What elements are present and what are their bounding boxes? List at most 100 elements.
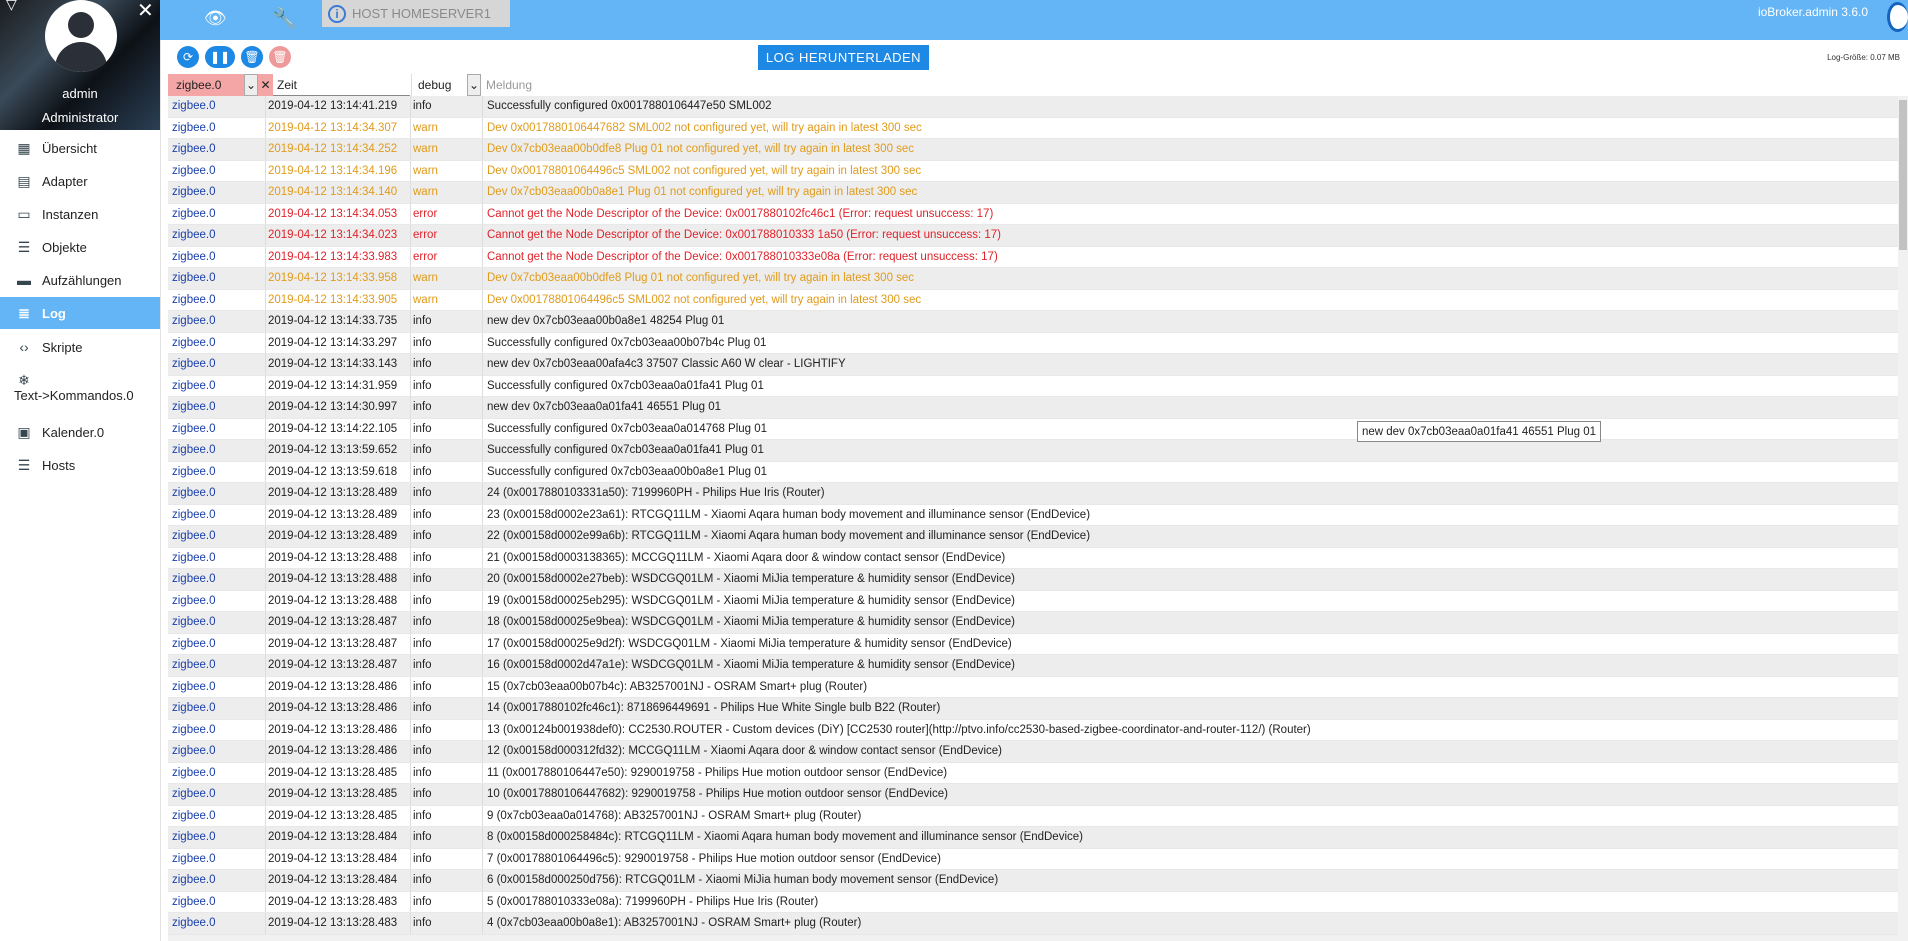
severity-dropdown[interactable]: ⌄ (467, 74, 481, 96)
log-source: zigbee.0 (172, 100, 216, 113)
log-row[interactable]: zigbee.0 2019-04-12 13:14:22.105 info Succe… (168, 418, 1900, 440)
log-row[interactable]: zigbee.0 2019-04-12 13:13:28.485 info 9 (0x… (168, 805, 1900, 827)
log-row[interactable]: zigbee.0 2019-04-12 13:14:34.053 error Cann… (168, 203, 1900, 225)
log-row[interactable]: zigbee.0 2019-04-12 13:13:28.489 info 23 (0… (168, 504, 1900, 526)
log-row[interactable]: zigbee.0 2019-04-12 13:14:34.307 warn Dev 0… (168, 117, 1900, 139)
sidebar-item-aufz-hlungen[interactable]: ▬ Aufzählungen (0, 264, 160, 296)
log-row[interactable]: zigbee.0 2019-04-12 13:13:28.488 info 20 (0… (168, 569, 1900, 591)
log-row[interactable]: zigbee.0 2019-04-12 13:13:28.483 info 4 (0x… (168, 913, 1900, 935)
wrench-icon[interactable]: 🔧 (272, 6, 297, 31)
log-row[interactable]: zigbee.0 2019-04-12 13:13:28.486 info 15 (0… (168, 676, 1900, 698)
sidebar-item-objekte[interactable]: ☰ Objekte (0, 231, 160, 263)
instances-icon: ▭ (17, 205, 31, 222)
clear-button[interactable]: 🗑 (241, 46, 263, 68)
sidebar-item-log[interactable]: ≣ Log (0, 297, 160, 329)
log-source: zigbee.0 (172, 680, 216, 693)
message-filter-input[interactable]: Meldung (482, 74, 1900, 96)
log-row[interactable]: zigbee.0 2019-04-12 13:13:28.487 info 17 (0… (168, 633, 1900, 655)
log-time: 2019-04-12 13:13:28.483 (265, 891, 410, 912)
log-row[interactable]: zigbee.0 2019-04-12 13:13:28.489 info 22 (0… (168, 526, 1900, 548)
sidebar-item-text-kommandos-0[interactable]: ❄ Text->Kommandos.0 (0, 368, 160, 416)
log-row[interactable]: zigbee.0 2019-04-12 13:14:34.140 warn Dev 0… (168, 182, 1900, 204)
log-row[interactable]: zigbee.0 2019-04-12 13:13:59.618 info Succe… (168, 461, 1900, 483)
log-row[interactable]: zigbee.0 2019-04-12 13:14:33.297 info Succe… (168, 332, 1900, 354)
log-message: 7 (0x00178801064496c5): 9290019758 - Phi… (482, 848, 1900, 869)
trash-icon: 🗑 (244, 50, 260, 64)
log-row[interactable]: zigbee.0 2019-04-12 13:13:28.486 info 12 (0… (168, 741, 1900, 763)
log-time: 2019-04-12 13:13:28.485 (265, 762, 410, 783)
log-row[interactable]: zigbee.0 2019-04-12 13:13:28.486 info 14 (0… (168, 698, 1900, 720)
log-source: zigbee.0 (172, 315, 216, 328)
source-filter[interactable]: zigbee.0 (168, 74, 244, 96)
pause-button[interactable]: ❚❚ (205, 46, 235, 68)
log-source: zigbee.0 (172, 745, 216, 758)
log-row[interactable]: zigbee.0 2019-04-12 13:13:28.485 info 11 (0… (168, 762, 1900, 784)
log-source: zigbee.0 (172, 637, 216, 650)
log-message: 19 (0x00158d00025eb295): WSDCGQ01LM - Xi… (482, 590, 1900, 611)
log-row[interactable]: zigbee.0 2019-04-12 13:13:28.485 info 10 (0… (168, 784, 1900, 806)
log-time: 2019-04-12 13:14:34.023 (265, 225, 410, 246)
log-time: 2019-04-12 13:13:28.486 (265, 719, 410, 740)
log-row[interactable]: zigbee.0 2019-04-12 13:14:30.997 info new d… (168, 397, 1900, 419)
log-source: zigbee.0 (172, 874, 216, 887)
log-row[interactable]: zigbee.0 2019-04-12 13:13:28.484 info 6 (0x… (168, 870, 1900, 892)
log-message: new dev 0x7cb03eaa00b0a8e1 48254 Plug 01 (482, 311, 1900, 332)
log-source: zigbee.0 (172, 594, 216, 607)
log-message: Dev 0x7cb03eaa00b0a8e1 Plug 01 not confi… (482, 182, 1900, 203)
log-row[interactable]: zigbee.0 2019-04-12 13:13:28.488 info 19 (0… (168, 590, 1900, 612)
log-row[interactable]: zigbee.0 2019-04-12 13:13:28.483 info 5 (0x… (168, 891, 1900, 913)
sidebar-item--bersicht[interactable]: ▦ Übersicht (0, 132, 160, 164)
sidebar-item-adapter[interactable]: ▤ Adapter (0, 165, 160, 197)
log-time: 2019-04-12 13:13:28.489 (265, 483, 410, 504)
log-row[interactable]: zigbee.0 2019-04-12 13:13:28.486 info 13 (0… (168, 719, 1900, 741)
log-row[interactable]: zigbee.0 2019-04-12 13:14:34.023 error Cann… (168, 225, 1900, 247)
log-source: zigbee.0 (172, 465, 216, 478)
log-row[interactable]: zigbee.0 2019-04-12 13:13:28.484 info 7 (0x… (168, 848, 1900, 870)
time-filter-input[interactable]: Zeit (273, 74, 410, 96)
log-time: 2019-04-12 13:14:33.958 (265, 268, 410, 289)
log-severity: info (410, 461, 482, 482)
download-log-button[interactable]: LOG HERUNTERLADEN (758, 45, 929, 70)
vertical-scrollbar[interactable] (1898, 96, 1908, 941)
sidebar-item-hosts[interactable]: ☰ Hosts (0, 449, 160, 481)
log-row[interactable]: zigbee.0 2019-04-12 13:14:33.143 info new d… (168, 354, 1900, 376)
log-row[interactable]: zigbee.0 2019-04-12 13:14:33.983 error Cann… (168, 246, 1900, 268)
sidebar-item-label: Text->Kommandos.0 (14, 388, 134, 403)
sidebar-item-instanzen[interactable]: ▭ Instanzen (0, 198, 160, 230)
user-name: admin (62, 86, 98, 101)
log-row[interactable]: zigbee.0 2019-04-12 13:13:28.487 info 18 (0… (168, 612, 1900, 634)
log-row[interactable]: zigbee.0 2019-04-12 13:14:34.196 warn Dev 0… (168, 160, 1900, 182)
log-row[interactable]: zigbee.0 2019-04-12 13:14:33.735 info new d… (168, 311, 1900, 333)
log-row[interactable]: zigbee.0 2019-04-12 13:14:34.252 warn Dev 0… (168, 139, 1900, 161)
log-row[interactable]: zigbee.0 2019-04-12 13:13:59.652 info Succe… (168, 440, 1900, 462)
log-row[interactable]: zigbee.0 2019-04-12 13:13:28.489 info 24 (0… (168, 483, 1900, 505)
log-time: 2019-04-12 13:13:28.486 (265, 676, 410, 697)
log-source: zigbee.0 (172, 186, 216, 199)
log-row[interactable]: zigbee.0 2019-04-12 13:13:28.487 info 16 (0… (168, 655, 1900, 677)
log-message: 16 (0x00158d0002d47a1e): WSDCGQ01LM - Xi… (482, 655, 1900, 676)
log-row[interactable]: zigbee.0 2019-04-12 13:13:28.488 info 21 (0… (168, 547, 1900, 569)
sidebar-item-skripte[interactable]: ‹› Skripte (0, 331, 160, 363)
horizontal-scrollbar[interactable] (168, 935, 1898, 941)
sidebar-item-label: Instanzen (42, 206, 99, 222)
close-icon[interactable]: ✕ (137, 0, 154, 23)
refresh-button[interactable]: ⟳ (177, 46, 199, 68)
host-selector-button[interactable]: i HOST HOMESERVER1 (322, 0, 510, 27)
source-clear[interactable]: ✕ (258, 74, 273, 96)
log-row[interactable]: zigbee.0 2019-04-12 13:14:31.959 info Succe… (168, 375, 1900, 397)
log-row[interactable]: zigbee.0 2019-04-12 13:13:28.484 info 8 (0x… (168, 827, 1900, 849)
enum-icon: ▬ (17, 272, 31, 288)
log-row[interactable]: zigbee.0 2019-04-12 13:14:33.958 warn Dev 0… (168, 268, 1900, 290)
log-severity: info (410, 891, 482, 912)
top-bar: 👁 🔧 i HOST HOMESERVER1 ioBroker.admin 3.… (160, 0, 1908, 40)
delete-log-button[interactable]: 🗑 (269, 46, 291, 68)
log-severity: warn (410, 160, 482, 181)
log-source: zigbee.0 (172, 164, 216, 177)
severity-filter[interactable]: debug (411, 74, 467, 96)
source-dropdown[interactable]: ⌄ (244, 74, 258, 96)
eye-icon[interactable]: 👁 (204, 8, 227, 29)
menu-triangle-icon[interactable]: ▽ (6, 0, 17, 13)
log-row[interactable]: zigbee.0 2019-04-12 13:14:33.905 warn Dev 0… (168, 289, 1900, 311)
log-row[interactable]: zigbee.0 2019-04-12 13:14:41.219 info Succe… (168, 96, 1900, 118)
sidebar-item-kalender-0[interactable]: ▣ Kalender.0 (0, 416, 160, 448)
